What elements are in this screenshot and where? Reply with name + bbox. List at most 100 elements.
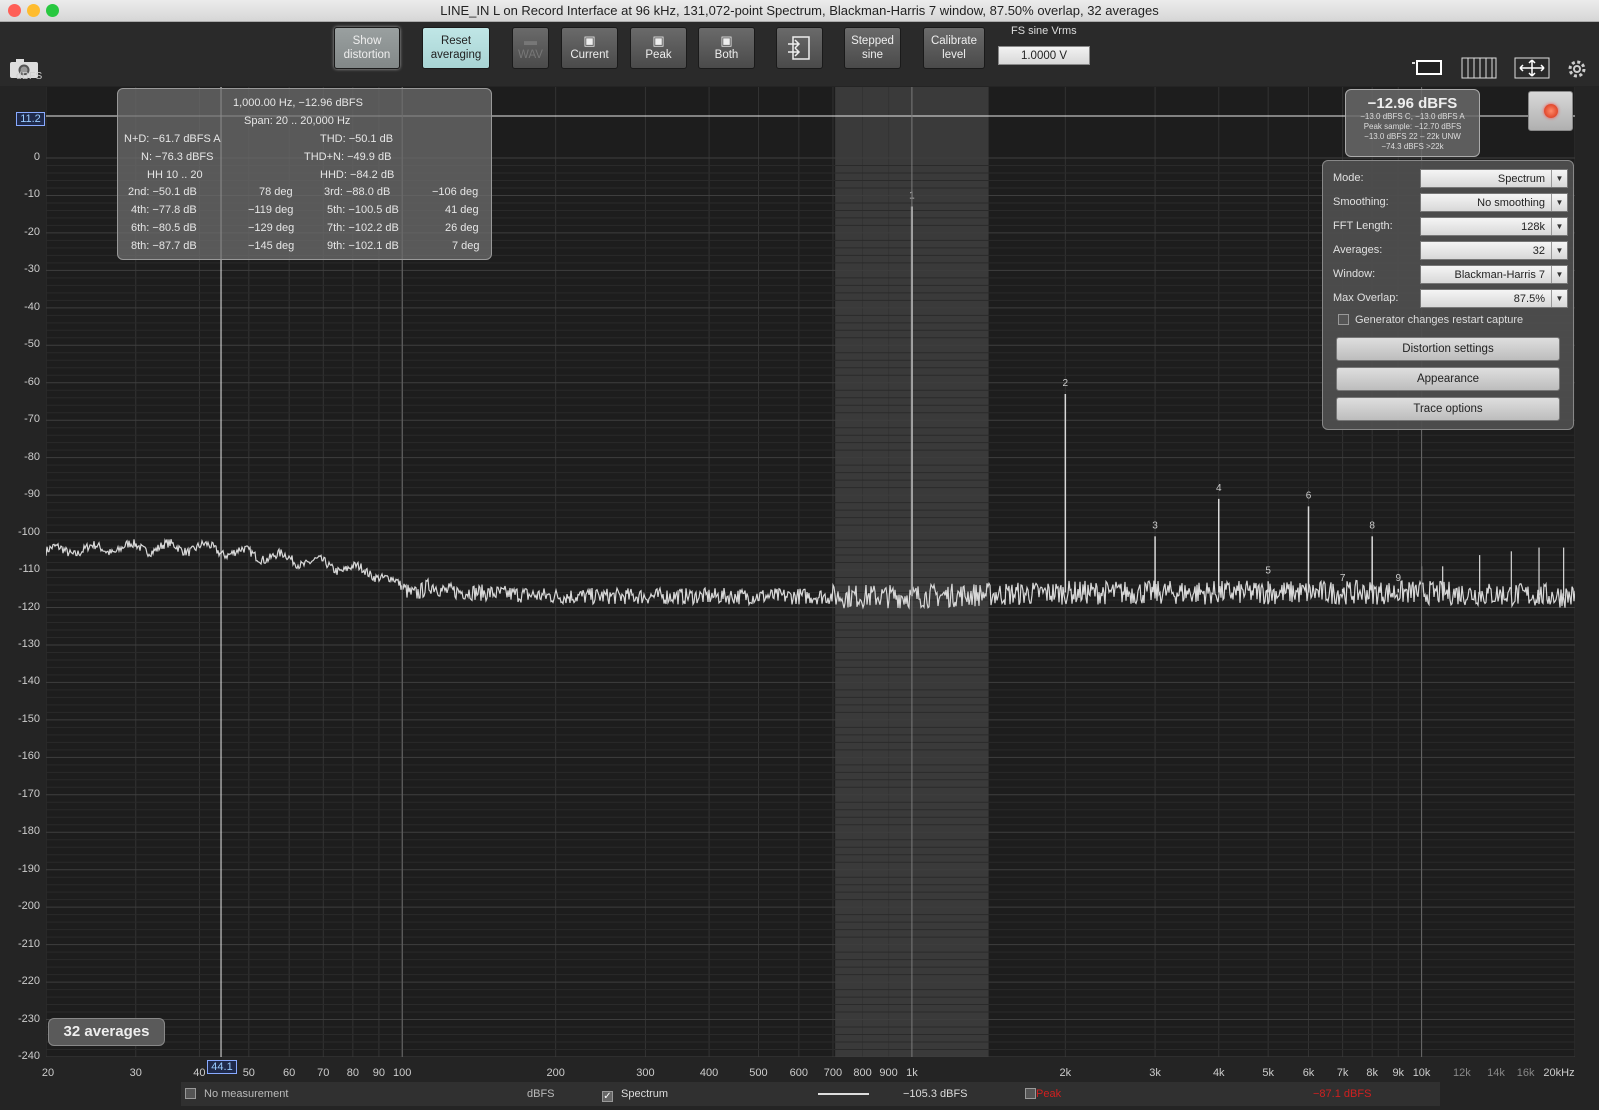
import-button[interactable]: [776, 27, 823, 69]
calibrate-level-button[interactable]: Calibrate level: [923, 27, 985, 69]
fs-sine-input[interactable]: 1.0000 V: [998, 46, 1090, 65]
trace-options-button[interactable]: Trace options: [1336, 397, 1560, 421]
overlap-select[interactable]: 87.5% ▼: [1420, 289, 1568, 308]
y-axis-unit: dBFS: [16, 70, 43, 82]
smoothing-select[interactable]: No smoothing ▼: [1420, 193, 1568, 212]
legend-unit: dBFS: [527, 1088, 555, 1100]
x-tick-label: 500: [749, 1067, 768, 1079]
dist-hhd: HHD: −84.2 dB: [320, 169, 395, 181]
x-tick-label: 400: [699, 1067, 719, 1079]
stepped-sine-button[interactable]: Stepped sine: [844, 27, 901, 69]
averages-select[interactable]: 32 ▼: [1420, 241, 1568, 260]
window-select[interactable]: Blackman-Harris 7 ▼: [1420, 265, 1568, 284]
level-unweighted: −13.0 dBFS 22 – 22k UNW: [1364, 132, 1461, 141]
appearance-button[interactable]: Appearance: [1336, 367, 1560, 391]
dist-h9-phase: 7 deg: [452, 240, 480, 252]
harmonic-4-label: 4: [1216, 483, 1222, 494]
level-main: −12.96 dBFS: [1367, 95, 1458, 112]
x-tick-label: 300: [636, 1067, 655, 1079]
y-tick-label: -60: [24, 375, 40, 388]
dist-h4: 4th: −77.8 dB: [131, 204, 197, 216]
x-tick-label: 200: [546, 1067, 565, 1079]
columns-icon[interactable]: [1461, 57, 1497, 79]
y-tick-label: -140: [17, 675, 40, 688]
save-both-button[interactable]: ▣ Both: [698, 27, 755, 69]
dist-h2-phase: 78 deg: [259, 186, 293, 198]
x-tick-label: 800: [853, 1067, 872, 1079]
chevron-down-icon: ▼: [1551, 290, 1567, 307]
mode-row: Mode: Spectrum ▼: [1333, 169, 1568, 189]
x-tick-label: 10k: [1412, 1067, 1431, 1079]
y-tick-label: -10: [24, 188, 40, 201]
distortion-settings-button[interactable]: Distortion settings: [1336, 337, 1560, 361]
record-icon: [1544, 104, 1558, 118]
overlap-row: Max Overlap: 87.5% ▼: [1333, 289, 1568, 309]
dist-nd: N+D: −61.7 dBFS A: [124, 133, 221, 145]
y-tick-label: -30: [24, 263, 40, 276]
wav-button[interactable]: ▬ WAV: [512, 27, 549, 69]
reset-averaging-button[interactable]: Reset averaging: [422, 27, 490, 69]
y-tick-label: -220: [17, 975, 40, 988]
averages-badge: 32 averages: [48, 1018, 165, 1046]
restart-capture-checkbox[interactable]: [1338, 314, 1349, 325]
x-tick-label: 100: [393, 1067, 412, 1079]
no-measurement-checkbox[interactable]: [185, 1088, 202, 1100]
spectrum-line-swatch: [818, 1093, 869, 1095]
dist-h9: 9th: −102.1 dB: [327, 240, 399, 252]
mode-select[interactable]: Spectrum ▼: [1420, 169, 1568, 188]
x-tick-label: 70: [317, 1067, 330, 1079]
floppy-disk-icon: ▣: [583, 33, 596, 48]
dist-thdn: THD+N: −49.9 dB: [304, 151, 392, 163]
y-tick-label: -180: [17, 825, 40, 838]
y-tick-label: -40: [24, 300, 40, 313]
y-tick-label: 0: [33, 151, 40, 163]
peak-value: −87.1 dBFS: [1313, 1088, 1372, 1100]
fs-sine-label: FS sine Vrms: [1011, 25, 1077, 37]
chevron-down-icon: ▼: [1551, 266, 1567, 283]
chevron-down-icon: ▼: [1551, 242, 1567, 259]
x-tick-label: 600: [789, 1067, 809, 1079]
monitor-icon[interactable]: [1412, 57, 1444, 79]
level-above-22k: −74.3 dBFS >22k: [1381, 142, 1444, 151]
x-tick-label: 700: [823, 1067, 843, 1079]
chevron-down-icon: ▼: [1551, 218, 1567, 235]
dist-hh: HH 10 .. 20: [147, 169, 203, 181]
dist-h6-phase: −129 deg: [248, 222, 295, 234]
gear-icon[interactable]: [1565, 57, 1589, 81]
controls-panel: Mode: Spectrum ▼ Smoothing: No smoothing ▼ F…: [1322, 160, 1574, 430]
y-tick-label: -20: [24, 225, 40, 238]
x-tick-label: 40: [193, 1067, 206, 1079]
expand-icon[interactable]: [1514, 57, 1550, 79]
save-current-button[interactable]: ▣ Current: [561, 27, 618, 69]
y-tick-label: -210: [17, 937, 40, 950]
restart-capture-option[interactable]: Generator changes restart capture: [1338, 314, 1523, 326]
y-tick-label: -240: [17, 1050, 40, 1062]
no-measurement-label: No measurement: [204, 1088, 289, 1100]
dist-h4-phase: −119 deg: [248, 204, 294, 216]
dist-header: 1,000.00 Hz, −12.96 dBFS: [233, 97, 363, 109]
x-tick-label: 3k: [1149, 1067, 1161, 1079]
save-peak-button[interactable]: ▣ Peak: [630, 27, 687, 69]
dist-thd: THD: −50.1 dB: [320, 133, 394, 145]
y-tick-label: -50: [24, 338, 40, 351]
harmonic-7-label: 7: [1340, 573, 1346, 584]
dist-h5-phase: 41 deg: [445, 204, 479, 216]
y-tick-label: -160: [17, 750, 40, 763]
cursor-x-readout: 44.1: [207, 1060, 237, 1074]
chevron-down-icon: ▼: [1551, 194, 1567, 211]
cursor-y-readout: 11.2: [16, 112, 45, 126]
x-tick-label: 1k: [906, 1067, 918, 1079]
y-tick-label: -200: [17, 900, 40, 913]
x-tick-label: 2k: [1059, 1067, 1072, 1079]
y-tick-label: -110: [18, 563, 40, 576]
averages-row: Averages: 32 ▼: [1333, 241, 1568, 261]
show-distortion-button[interactable]: Show distortion: [334, 27, 400, 69]
window-title: LINE_IN L on Record Interface at 96 kHz,…: [440, 3, 1159, 18]
spectrum-checkbox[interactable]: ✓: [602, 1088, 619, 1102]
dist-h8: 8th: −87.7 dB: [131, 240, 197, 252]
fft-length-select[interactable]: 128k ▼: [1420, 217, 1568, 236]
y-tick-label: -100: [17, 525, 40, 538]
record-button[interactable]: [1528, 91, 1573, 131]
dist-h3-phase: −106 deg: [432, 186, 479, 198]
x-tick-label: 12k: [1453, 1067, 1471, 1079]
